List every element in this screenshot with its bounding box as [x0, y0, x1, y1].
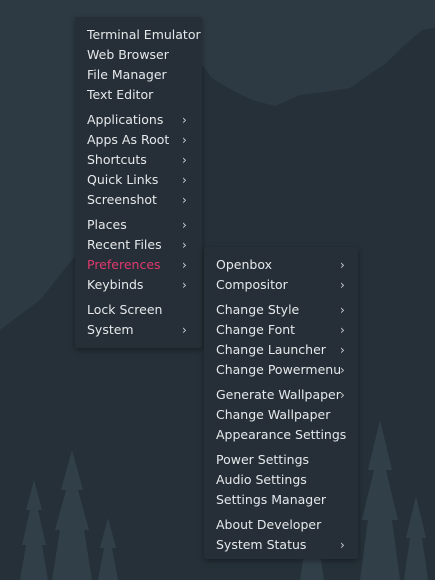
menu-item-shortcuts[interactable]: Shortcuts › [75, 150, 202, 170]
menu-item-label: Preferences [87, 257, 161, 272]
menu-item-label: Quick Links [87, 172, 159, 187]
menu-item-screenshot[interactable]: Screenshot › [75, 190, 202, 210]
menu-item-preferences[interactable]: Preferences › [75, 255, 202, 275]
menu-item-label: Change Launcher [216, 342, 326, 357]
menu-item-label: Change Font [216, 322, 296, 337]
chevron-right-icon: › [340, 323, 345, 337]
root-menu: Terminal Emulator Web Browser File Manager… [75, 17, 202, 348]
menu-item-change-launcher[interactable]: Change Launcher › [204, 340, 358, 360]
menu-item-text-editor[interactable]: Text Editor [75, 85, 202, 105]
menu-item-label: Applications [87, 112, 164, 127]
menu-item-label: Shortcuts [87, 152, 147, 167]
chevron-right-icon: › [340, 363, 345, 377]
menu-item-change-style[interactable]: Change Style › [204, 300, 358, 320]
menu-item-label: Terminal Emulator [87, 27, 201, 42]
menu-item-compositor[interactable]: Compositor › [204, 275, 358, 295]
chevron-right-icon: › [182, 278, 187, 292]
chevron-right-icon: › [182, 238, 187, 252]
chevron-right-icon: › [182, 133, 187, 147]
chevron-right-icon: › [340, 388, 345, 402]
chevron-right-icon: › [182, 153, 187, 167]
menu-item-label: System [87, 322, 134, 337]
menu-item-label: About Developer [216, 517, 322, 532]
chevron-right-icon: › [340, 343, 345, 357]
menu-item-web-browser[interactable]: Web Browser [75, 45, 202, 65]
menu-item-terminal-emulator[interactable]: Terminal Emulator [75, 25, 202, 45]
menu-item-applications[interactable]: Applications › [75, 110, 202, 130]
menu-item-system-status[interactable]: System Status › [204, 535, 358, 555]
chevron-right-icon: › [182, 258, 187, 272]
menu-item-places[interactable]: Places › [75, 215, 202, 235]
menu-item-label: Lock Screen [87, 302, 163, 317]
menu-item-label: Change Style [216, 302, 300, 317]
menu-item-label: File Manager [87, 67, 167, 82]
menu-item-system[interactable]: System › [75, 320, 202, 340]
chevron-right-icon: › [340, 538, 345, 552]
chevron-right-icon: › [340, 258, 345, 272]
menu-item-change-font[interactable]: Change Font › [204, 320, 358, 340]
chevron-right-icon: › [340, 278, 345, 292]
menu-item-label: Change Wallpaper [216, 407, 331, 422]
chevron-right-icon: › [182, 113, 187, 127]
menu-item-audio-settings[interactable]: Audio Settings [204, 470, 358, 490]
menu-item-keybinds[interactable]: Keybinds › [75, 275, 202, 295]
menu-item-lock-screen[interactable]: Lock Screen [75, 300, 202, 320]
chevron-right-icon: › [340, 303, 345, 317]
menu-item-recent-files[interactable]: Recent Files › [75, 235, 202, 255]
menu-item-power-settings[interactable]: Power Settings [204, 450, 358, 470]
menu-item-label: Settings Manager [216, 492, 327, 507]
chevron-right-icon: › [182, 323, 187, 337]
menu-item-label: Text Editor [87, 87, 154, 102]
preferences-submenu: Openbox › Compositor › Change Style › Change F… [204, 247, 358, 559]
menu-item-label: Audio Settings [216, 472, 307, 487]
menu-item-quick-links[interactable]: Quick Links › [75, 170, 202, 190]
menu-item-label: Appearance Settings [216, 427, 347, 442]
menu-item-label: Screenshot [87, 192, 157, 207]
menu-item-about-developer[interactable]: About Developer [204, 515, 358, 535]
menu-item-change-wallpaper[interactable]: Change Wallpaper [204, 405, 358, 425]
menu-item-label: Places [87, 217, 127, 232]
chevron-right-icon: › [182, 193, 187, 207]
chevron-right-icon: › [182, 218, 187, 232]
menu-item-label: Openbox [216, 257, 272, 272]
menu-item-label: Power Settings [216, 452, 310, 467]
menu-item-label: Generate Wallpaper [216, 387, 341, 402]
menu-item-generate-wallpaper[interactable]: Generate Wallpaper › [204, 385, 358, 405]
menu-item-apps-as-root[interactable]: Apps As Root › [75, 130, 202, 150]
menu-item-label: Change Powermenu [216, 362, 342, 377]
menu-item-label: Apps As Root [87, 132, 170, 147]
menu-item-label: Keybinds [87, 277, 144, 292]
menu-item-openbox[interactable]: Openbox › [204, 255, 358, 275]
menu-item-label: Recent Files [87, 237, 162, 252]
menu-item-settings-manager[interactable]: Settings Manager [204, 490, 358, 510]
menu-item-label: Compositor [216, 277, 288, 292]
menu-item-appearance-settings[interactable]: Appearance Settings [204, 425, 358, 445]
menu-item-change-powermenu[interactable]: Change Powermenu › [204, 360, 358, 380]
menu-item-file-manager[interactable]: File Manager [75, 65, 202, 85]
chevron-right-icon: › [182, 173, 187, 187]
menu-item-label: Web Browser [87, 47, 169, 62]
menu-item-label: System Status [216, 537, 307, 552]
